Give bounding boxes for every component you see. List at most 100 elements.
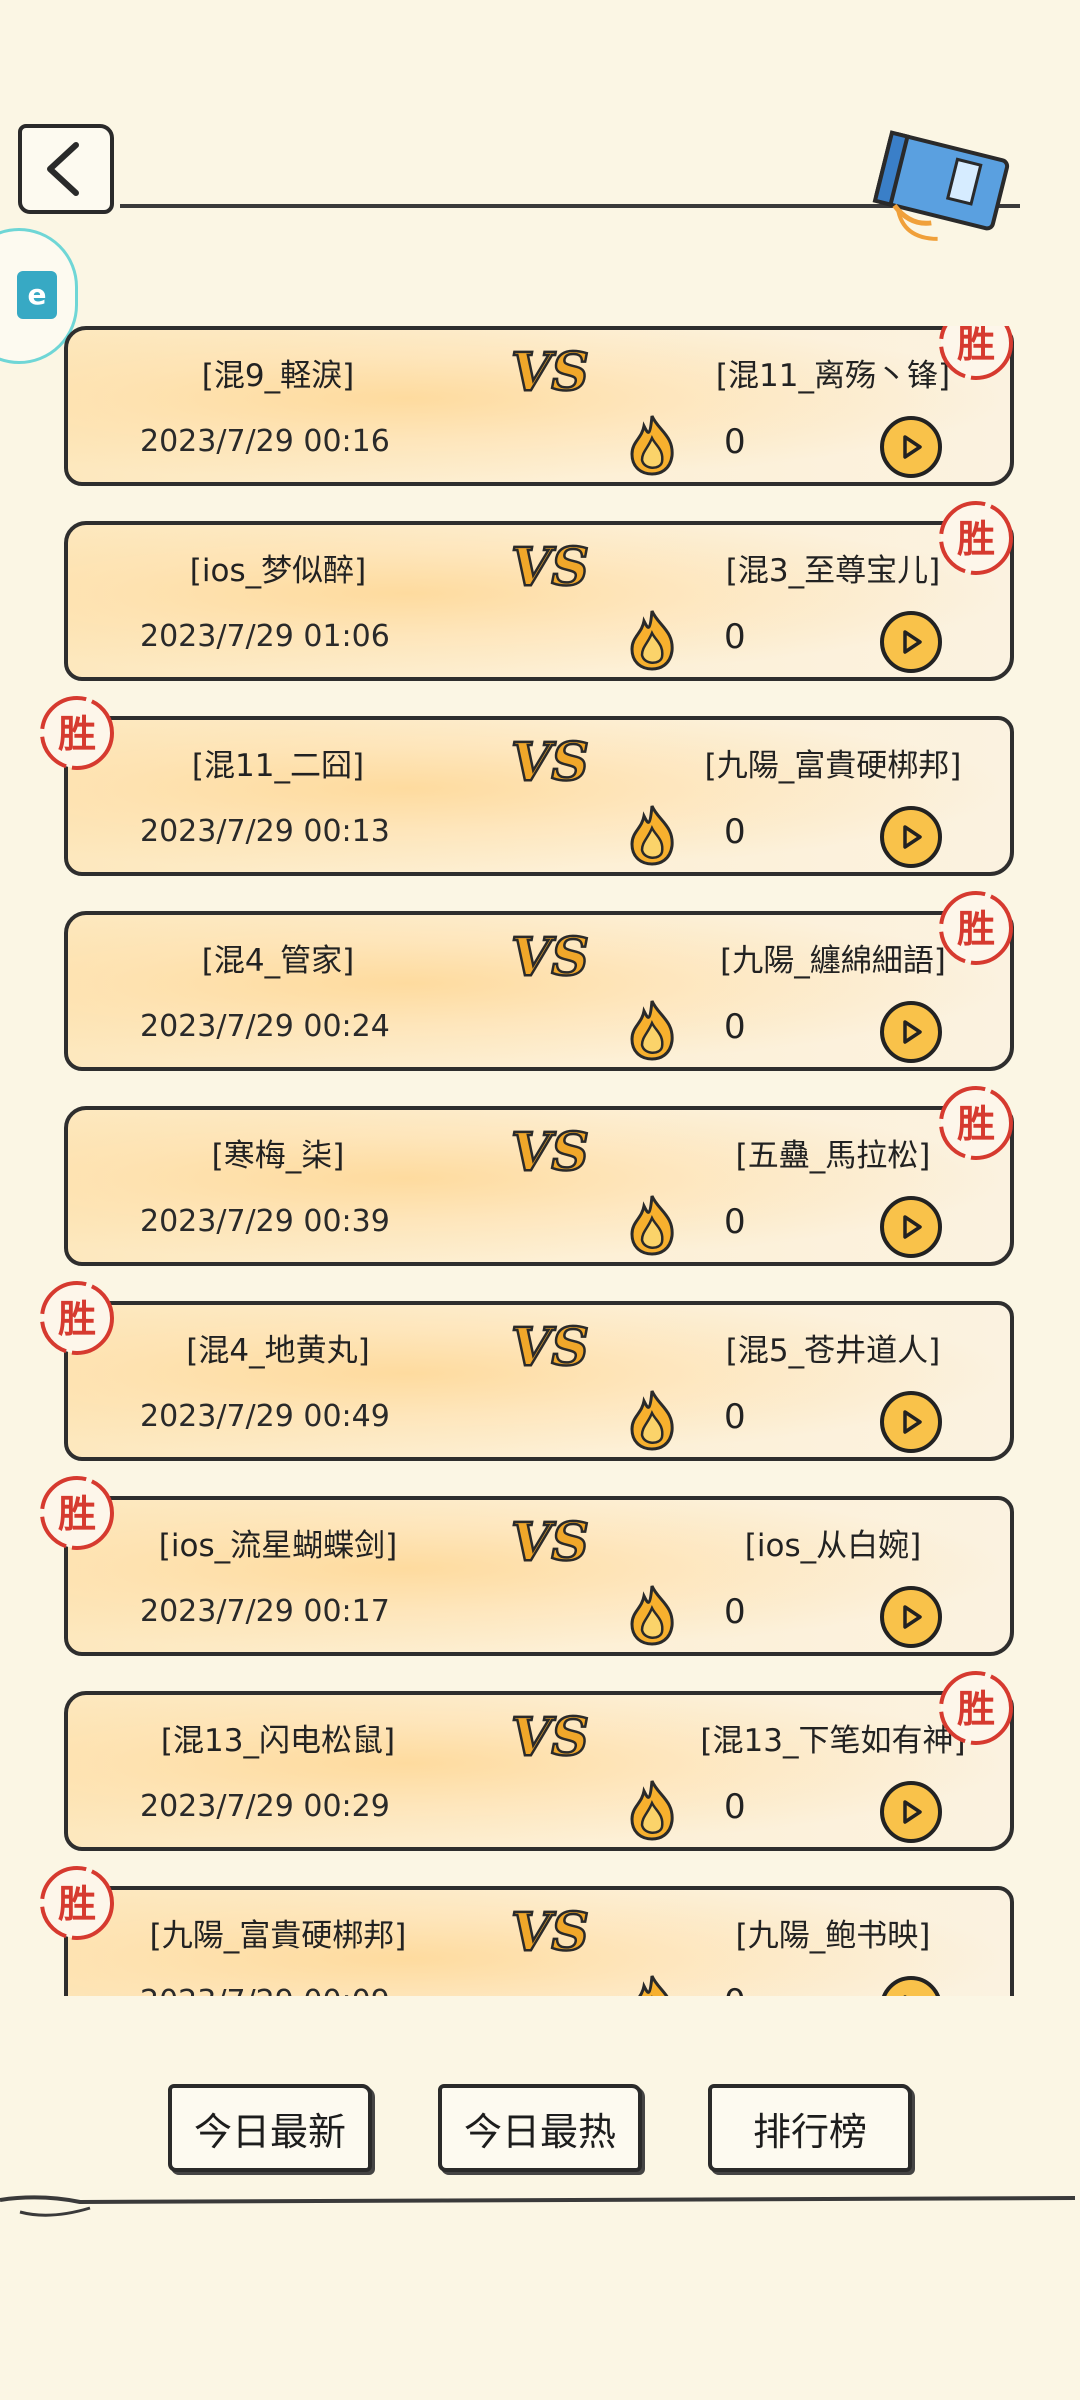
fire-icon	[630, 1195, 674, 1256]
vs-icon: VS	[510, 1316, 590, 1379]
play-button[interactable]	[880, 1586, 942, 1648]
match-card[interactable]: [混4_管家] VS [九陽_纏綿細語] 2023/7/29 00:24 0 胜	[64, 891, 1014, 1071]
player-right-name: [ios_从白婉]	[744, 1528, 922, 1564]
play-button[interactable]	[880, 611, 942, 673]
player-left-name: [混13_闪电松鼠]	[160, 1723, 396, 1759]
back-button[interactable]	[18, 124, 114, 214]
svg-text:胜: 胜	[957, 326, 995, 366]
tab-today-latest[interactable]: 今日最新	[168, 2084, 372, 2172]
play-button[interactable]	[880, 1196, 942, 1258]
player-left-name: [九陽_富貴硬梆邦]	[149, 1918, 407, 1954]
win-stamp-icon: 胜	[40, 1281, 114, 1355]
match-list[interactable]: [混9_軽淚] VS [混11_离殇丶锋] 2023/7/29 00:16 0 胜 [ios…	[0, 326, 1080, 1996]
match-time: 2023/7/29 00:24	[140, 1009, 390, 1044]
player-left-name: [ios_梦似醉]	[189, 553, 367, 589]
match-card[interactable]: [寒梅_柒] VS [五蠱_馬拉松] 2023/7/29 00:39 0 胜	[64, 1086, 1014, 1266]
play-button[interactable]	[880, 1976, 942, 1996]
fire-icon	[630, 805, 674, 866]
match-card[interactable]: [混11_二囧] VS [九陽_富貴硬梆邦] 2023/7/29 00:13 0 胜	[40, 696, 1014, 876]
svg-text:VS: VS	[511, 1122, 589, 1183]
match-card[interactable]: [混13_闪电松鼠] VS [混13_下笔如有神] 2023/7/29 00:29 0 胜	[64, 1671, 1014, 1851]
play-icon	[903, 435, 922, 459]
status-area	[0, 0, 1080, 100]
match-card[interactable]: [九陽_富貴硬梆邦] VS [九陽_鲍书映] 2023/7/29 00:09 0 胜	[40, 1866, 1014, 1996]
vs-icon: VS	[510, 341, 590, 404]
win-stamp-icon: 胜	[939, 326, 1013, 380]
svg-text:VS: VS	[511, 1512, 589, 1573]
match-time: 2023/7/29 00:13	[140, 814, 390, 849]
player-left-name: [混11_二囧]	[191, 748, 365, 784]
match-card[interactable]: [混9_軽淚] VS [混11_离殇丶锋] 2023/7/29 00:16 0 胜	[64, 326, 1014, 486]
match-card[interactable]: [ios_流星蝴蝶剑] VS [ios_从白婉] 2023/7/29 00:17 0 胜	[40, 1476, 1014, 1656]
tab-today-hottest[interactable]: 今日最热	[438, 2084, 642, 2172]
player-left-name: [混4_地黄丸]	[186, 1333, 370, 1369]
fire-icon	[638, 1975, 669, 1996]
svg-text:VS: VS	[511, 1707, 589, 1768]
heat-count: 0	[724, 617, 746, 657]
heat-count: 0	[724, 1787, 746, 1827]
play-icon	[903, 1215, 922, 1239]
win-stamp-icon: 胜	[40, 696, 114, 770]
player-right-name: [九陽_富貴硬梆邦]	[704, 748, 962, 784]
win-stamp-icon: 胜	[40, 1866, 114, 1940]
play-button[interactable]	[880, 1001, 942, 1063]
svg-text:VS: VS	[511, 927, 589, 988]
play-icon	[903, 1605, 922, 1629]
match-time: 2023/7/29 00:39	[140, 1204, 390, 1239]
blue-book-icon[interactable]	[860, 128, 1020, 258]
match-time: 2023/7/29 00:09	[140, 1984, 390, 1996]
heat-count: 0	[724, 812, 746, 852]
player-left-name: [混4_管家]	[201, 943, 355, 979]
play-button[interactable]	[880, 416, 942, 478]
svg-text:胜: 胜	[58, 1297, 96, 1341]
win-stamp-icon: 胜	[939, 1086, 1013, 1160]
vs-icon: VS	[510, 731, 590, 794]
player-right-name: [混5_苍井道人]	[725, 1333, 941, 1369]
match-time: 2023/7/29 01:06	[140, 619, 390, 654]
match-card[interactable]: [ios_梦似醉] VS [混3_至尊宝儿] 2023/7/29 01:06 0 胜	[64, 501, 1014, 681]
win-stamp-icon: 胜	[40, 1476, 114, 1550]
play-icon	[903, 1410, 922, 1434]
play-icon	[903, 1800, 922, 1824]
fire-icon	[630, 1780, 674, 1841]
match-time: 2023/7/29 00:17	[140, 1594, 390, 1629]
svg-text:VS: VS	[511, 342, 589, 403]
play-button[interactable]	[880, 1781, 942, 1843]
vs-icon: VS	[510, 926, 590, 989]
heat-count: 0	[724, 1982, 746, 1996]
play-icon	[903, 825, 922, 849]
vs-icon: VS	[510, 1901, 590, 1964]
heat-count: 0	[724, 422, 746, 462]
match-card[interactable]: [混4_地黄丸] VS [混5_苍井道人] 2023/7/29 00:49 0 胜	[40, 1281, 1014, 1461]
app-badge-icon: e	[17, 271, 57, 319]
win-stamp-icon: 胜	[939, 501, 1013, 575]
play-button[interactable]	[880, 1391, 942, 1453]
match-time: 2023/7/29 00:29	[140, 1789, 390, 1824]
play-icon	[903, 1020, 922, 1044]
vs-icon: VS	[510, 1121, 590, 1184]
play-button[interactable]	[880, 806, 942, 868]
win-stamp-icon: 胜	[939, 891, 1013, 965]
vs-icon: VS	[510, 536, 590, 599]
svg-text:胜: 胜	[957, 517, 995, 561]
player-right-name: [九陽_鲍书映]	[735, 1918, 931, 1954]
svg-text:胜: 胜	[58, 712, 96, 756]
svg-text:VS: VS	[511, 1317, 589, 1378]
heat-count: 0	[724, 1397, 746, 1437]
vs-icon: VS	[510, 1511, 590, 1574]
svg-text:VS: VS	[511, 537, 589, 598]
svg-text:胜: 胜	[957, 1102, 995, 1146]
chevron-left-icon	[47, 142, 79, 196]
svg-text:VS: VS	[511, 732, 589, 793]
svg-text:VS: VS	[511, 1902, 589, 1963]
tab-leaderboard[interactable]: 排行榜	[708, 2084, 912, 2172]
footer-divider	[0, 2195, 1076, 2217]
fire-icon	[630, 1000, 674, 1061]
player-left-name: [ios_流星蝴蝶剑]	[158, 1528, 398, 1564]
heat-count: 0	[724, 1202, 746, 1242]
svg-text:胜: 胜	[957, 1687, 995, 1731]
vs-icon: VS	[510, 1706, 590, 1769]
heat-count: 0	[724, 1592, 746, 1632]
fire-icon	[630, 415, 674, 476]
heat-count: 0	[724, 1007, 746, 1047]
